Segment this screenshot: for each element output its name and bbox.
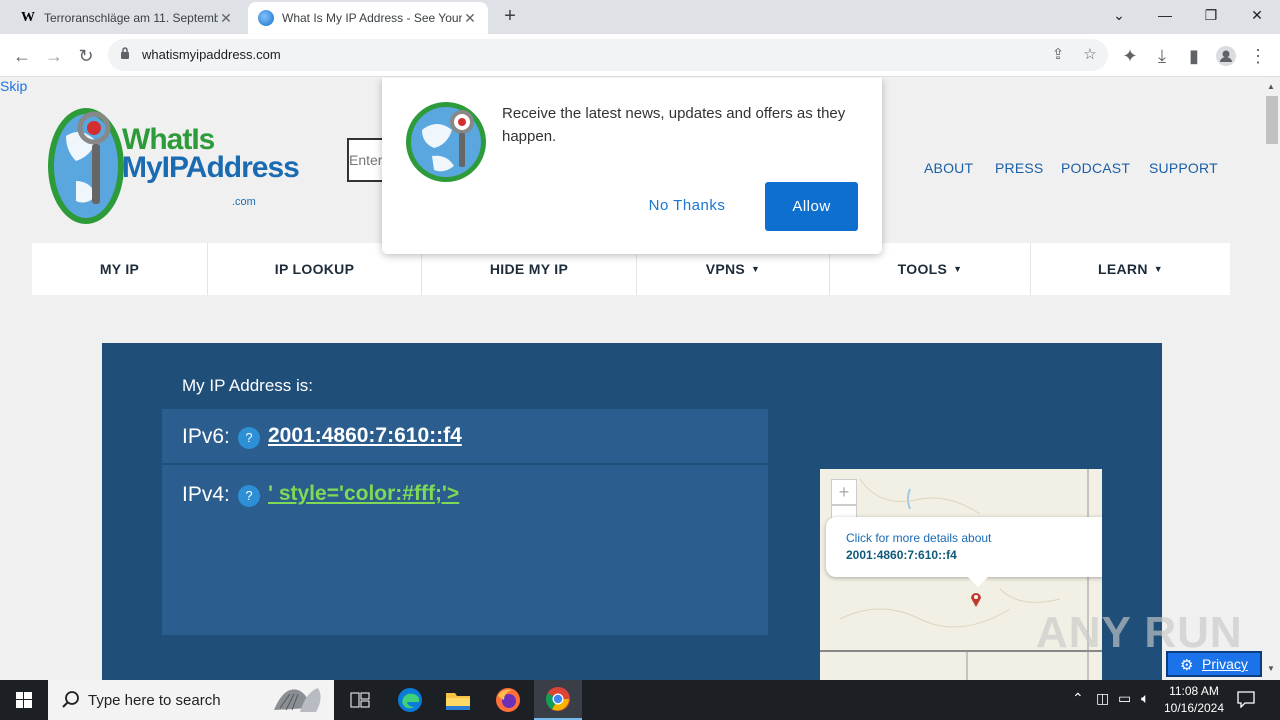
tray-overflow-chevron-icon[interactable]: ⌃ bbox=[1072, 690, 1084, 707]
menu-kebab-icon[interactable]: ⋮ bbox=[1244, 42, 1272, 70]
tab-title: Terroranschläge am 11. September bbox=[44, 11, 218, 25]
back-arrow-icon[interactable]: ← bbox=[8, 42, 36, 70]
nav-about[interactable]: ABOUT bbox=[924, 160, 973, 176]
notification-message: Receive the latest news, updates and off… bbox=[502, 105, 846, 145]
main-nav-learn[interactable]: LEARN ▼ bbox=[1031, 243, 1230, 295]
download-icon[interactable]: ⤓ bbox=[1148, 42, 1176, 70]
tab-search-chevron-icon[interactable]: ⌄ bbox=[1096, 0, 1142, 30]
logo-wordmark: WhatIs MyIPAddress bbox=[122, 123, 300, 184]
map-zoom-in-button[interactable]: + bbox=[831, 479, 857, 505]
scroll-thumb[interactable] bbox=[1266, 96, 1278, 144]
skip-link[interactable]: Skip bbox=[0, 78, 27, 94]
profile-avatar-icon[interactable] bbox=[1212, 42, 1240, 70]
url-text: whatismyipaddress.com bbox=[142, 47, 281, 62]
logo-suffix: .com bbox=[232, 196, 256, 208]
system-clock[interactable]: 11:08 AM 10/16/2024 bbox=[1160, 683, 1228, 717]
bookmark-star-icon[interactable]: ☆ bbox=[1080, 45, 1100, 65]
caret-down-icon: ▼ bbox=[953, 264, 963, 274]
tab-whatismyip[interactable]: What Is My IP Address - See Your ✕ bbox=[248, 2, 488, 34]
notifications-icon[interactable] bbox=[1236, 690, 1256, 708]
nav-podcast[interactable]: PODCAST bbox=[1061, 160, 1130, 176]
notification-prompt: Receive the latest news, updates and off… bbox=[382, 78, 882, 254]
tray-device-icon[interactable]: ◫ bbox=[1096, 690, 1109, 707]
windows-logo-icon bbox=[16, 692, 32, 708]
edge-browser-icon[interactable] bbox=[386, 680, 434, 720]
help-icon[interactable]: ? bbox=[238, 427, 260, 449]
network-icon[interactable]: ▭ bbox=[1118, 690, 1131, 707]
forward-arrow-icon[interactable]: → bbox=[40, 42, 68, 70]
ipv6-row: IPv6: ? 2001:4860:7:610::f4 bbox=[162, 409, 768, 465]
window-close-button[interactable]: ✕ bbox=[1234, 0, 1280, 30]
new-tab-button[interactable]: + bbox=[500, 5, 520, 29]
file-explorer-icon[interactable] bbox=[434, 680, 482, 720]
volume-icon[interactable]: 🔈︎ bbox=[1141, 690, 1149, 707]
nav-press[interactable]: PRESS bbox=[995, 160, 1043, 176]
extensions-puzzle-icon[interactable]: ✦ bbox=[1116, 42, 1144, 70]
browser-toolbar: ← → ↻ whatismyipaddress.com ⇪ ☆ ✦ ⤓ ▮ ⋮ bbox=[0, 34, 1280, 77]
side-panel-icon[interactable]: ▮ bbox=[1180, 42, 1208, 70]
tab-strip: W Terroranschläge am 11. September ✕ Wha… bbox=[0, 0, 1280, 34]
scroll-up-icon[interactable]: ▲ bbox=[1267, 82, 1275, 91]
scroll-down-icon[interactable]: ▼ bbox=[1267, 664, 1275, 673]
taskbar-search-box[interactable]: Type here to search bbox=[48, 680, 334, 720]
map-pin-icon[interactable] bbox=[970, 591, 982, 607]
address-bar[interactable]: whatismyipaddress.com ⇪ ☆ bbox=[108, 39, 1108, 71]
chrome-icon[interactable] bbox=[534, 680, 582, 720]
wikipedia-w-icon: W bbox=[21, 10, 35, 25]
ipv6-label: IPv6: bbox=[182, 425, 230, 448]
no-thanks-button[interactable]: No Thanks bbox=[632, 182, 742, 230]
nav-support[interactable]: SUPPORT bbox=[1149, 160, 1218, 176]
globe-icon bbox=[258, 10, 274, 26]
globe-magnifier-icon bbox=[406, 102, 486, 182]
gear-icon: ⚙ bbox=[1180, 657, 1194, 674]
main-nav-my-ip[interactable]: MY IP bbox=[32, 243, 208, 295]
search-icon bbox=[62, 691, 79, 708]
ipv4-address-link[interactable]: ' style='color:#fff;'> bbox=[268, 482, 459, 506]
close-icon[interactable]: ✕ bbox=[218, 10, 234, 27]
ipv6-address-link[interactable]: 2001:4860:7:610::f4 bbox=[268, 424, 462, 448]
popup-ip: 2001:4860:7:610::f4 bbox=[846, 548, 957, 562]
start-button[interactable] bbox=[0, 680, 48, 720]
firefox-icon[interactable] bbox=[484, 680, 532, 720]
tab-title: What Is My IP Address - See Your bbox=[282, 11, 462, 25]
allow-button[interactable]: Allow bbox=[765, 182, 858, 231]
popup-tip bbox=[968, 577, 988, 587]
tab-wikipedia[interactable]: W Terroranschläge am 11. September ✕ bbox=[10, 2, 244, 34]
minimize-button[interactable]: — bbox=[1142, 0, 1188, 30]
caret-down-icon: ▼ bbox=[751, 264, 761, 274]
site-logo[interactable]: WhatIs MyIPAddress .com bbox=[46, 96, 300, 236]
share-icon[interactable]: ⇪ bbox=[1048, 45, 1068, 65]
ipv4-row: IPv4: ? ' style='color:#fff;'> bbox=[162, 467, 768, 523]
popup-text: Click for more details about bbox=[846, 531, 992, 545]
seashell-search-highlight-icon bbox=[274, 688, 321, 712]
taskbar-search-placeholder: Type here to search bbox=[88, 692, 221, 709]
ip-hero: My IP Address is: IPv6: ? 2001:4860:7:61… bbox=[102, 343, 1162, 680]
hero-label: My IP Address is: bbox=[182, 376, 314, 395]
ipv4-label: IPv4: bbox=[182, 483, 230, 506]
taskbar: Type here to search ⌃ ◫ ▭ 🔈︎ 11:08 AM 10… bbox=[0, 680, 1280, 720]
lock-icon[interactable] bbox=[120, 47, 130, 59]
task-view-icon[interactable] bbox=[336, 680, 384, 720]
page-viewport: Skip WhatIs MyIPAddress .com Enter ABOUT… bbox=[0, 78, 1264, 680]
caret-down-icon: ▼ bbox=[1153, 264, 1163, 274]
help-icon[interactable]: ? bbox=[238, 485, 260, 507]
page-scrollbar[interactable]: ▲ ▼ bbox=[1264, 78, 1280, 680]
site-search-input[interactable]: Enter bbox=[347, 138, 387, 182]
restore-button[interactable]: ❐ bbox=[1188, 0, 1234, 30]
privacy-button[interactable]: ⚙ Privacy bbox=[1166, 651, 1262, 677]
map-popup[interactable]: Click for more details about 2001:4860:7… bbox=[826, 517, 1102, 587]
ip-panel: IPv6: ? 2001:4860:7:610::f4 IPv4: ? ' st… bbox=[162, 409, 768, 635]
globe-magnifier-icon bbox=[48, 108, 124, 224]
close-icon[interactable]: ✕ bbox=[462, 10, 478, 27]
reload-icon[interactable]: ↻ bbox=[72, 42, 100, 70]
